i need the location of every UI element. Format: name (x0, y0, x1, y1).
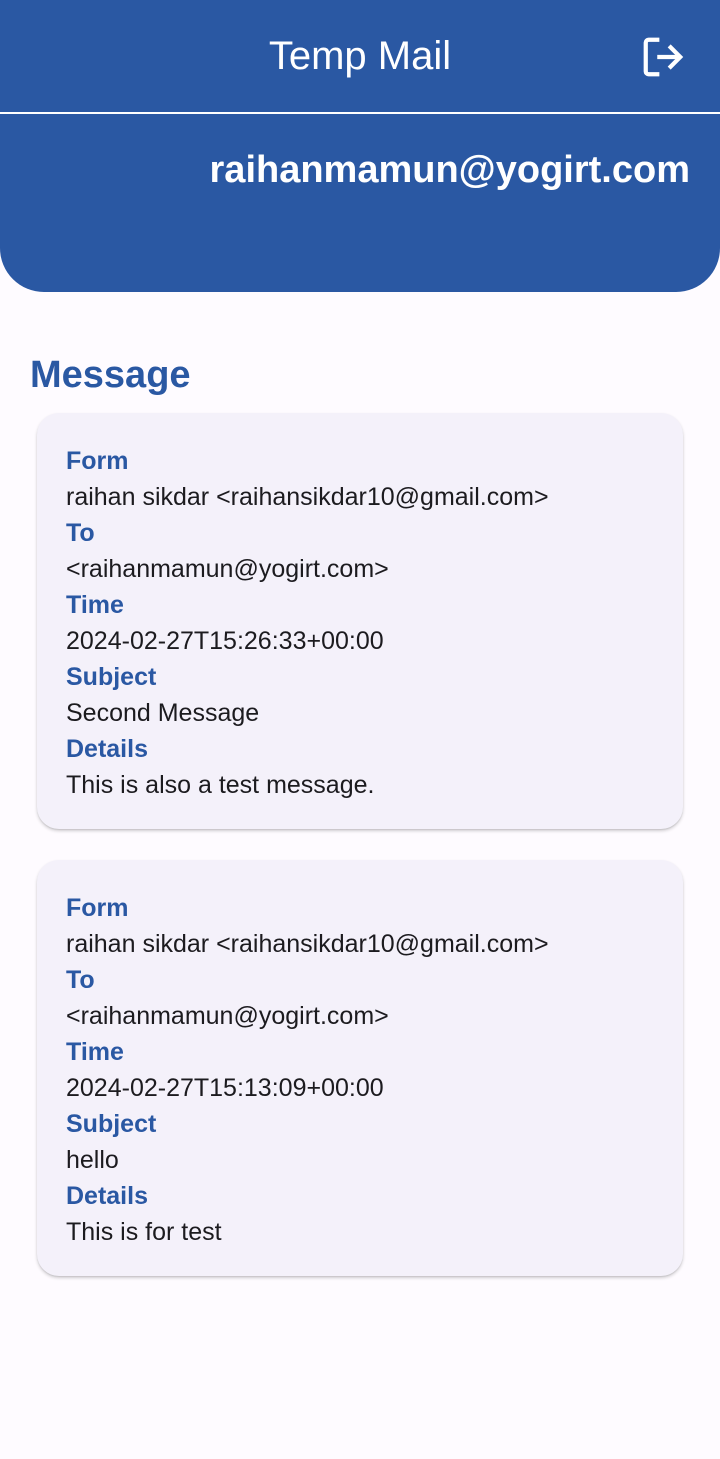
to-value: <raihanmamun@yogirt.com> (66, 1002, 389, 1030)
logout-button[interactable] (636, 30, 690, 84)
to-label: To (66, 966, 95, 994)
from-label: Form (66, 894, 129, 922)
email-panel: raihanmamun@yogirt.com (0, 114, 720, 292)
message-card[interactable]: Form raihan sikdar <raihansikdar10@gmail… (37, 860, 683, 1276)
from-value: raihan sikdar <raihansikdar10@gmail.com> (66, 930, 549, 958)
subject-label: Subject (66, 663, 157, 691)
logout-icon (643, 37, 684, 77)
subject-label: Subject (66, 1110, 157, 1138)
time-value: 2024-02-27T15:13:09+00:00 (66, 1074, 384, 1102)
subject-value: hello (66, 1146, 119, 1174)
app-title: Temp Mail (268, 34, 452, 78)
time-value: 2024-02-27T15:26:33+00:00 (66, 627, 384, 655)
screen: Temp Mail raihanmamun@yogirt.com Message… (0, 0, 720, 1459)
app-bar: Temp Mail (0, 0, 720, 112)
details-label: Details (66, 735, 148, 763)
details-value: This is also a test message. (66, 771, 375, 799)
current-email-address: raihanmamun@yogirt.com (209, 149, 690, 191)
to-value: <raihanmamun@yogirt.com> (66, 555, 389, 583)
message-card[interactable]: Form raihan sikdar <raihansikdar10@gmail… (37, 413, 683, 829)
details-value: This is for test (66, 1218, 222, 1246)
from-value: raihan sikdar <raihansikdar10@gmail.com> (66, 483, 549, 511)
to-label: To (66, 519, 95, 547)
time-label: Time (66, 1038, 124, 1066)
section-title: Message (30, 354, 191, 396)
details-label: Details (66, 1182, 148, 1210)
subject-value: Second Message (66, 699, 260, 727)
from-label: Form (66, 447, 129, 475)
time-label: Time (66, 591, 124, 619)
